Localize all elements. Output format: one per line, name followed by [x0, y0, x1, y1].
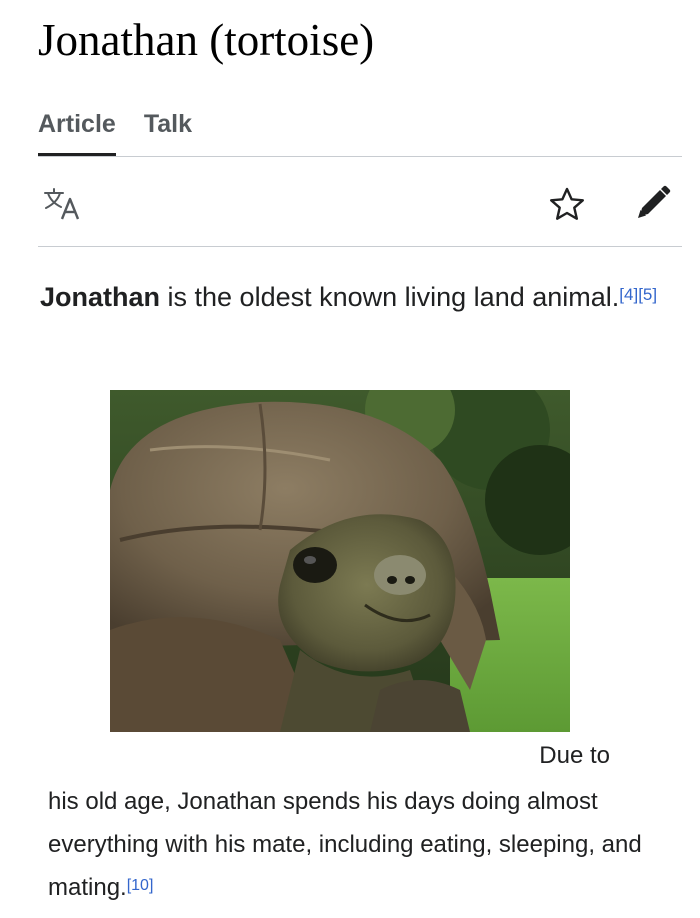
- lead-text: is the oldest known living land animal.: [160, 282, 620, 312]
- citation-5[interactable]: [5]: [638, 285, 657, 304]
- lead-subject: Jonathan: [40, 282, 161, 312]
- citation-10[interactable]: [10]: [127, 877, 154, 894]
- tabs-divider: [38, 156, 682, 157]
- tortoise-photo[interactable]: [110, 390, 570, 732]
- tab-article[interactable]: Article: [38, 108, 116, 156]
- body-paragraph: his old age, Jonathan spends his days do…: [48, 780, 648, 909]
- tab-talk[interactable]: Talk: [144, 108, 192, 156]
- lead-paragraph: Jonathan is the oldest known living land…: [40, 276, 660, 318]
- citation-4[interactable]: [4]: [619, 285, 638, 304]
- caption-lead: Due to: [539, 742, 610, 769]
- page-title: Jonathan (tortoise): [38, 15, 375, 65]
- page-tabs: Article Talk: [38, 108, 192, 156]
- pencil-icon[interactable]: [634, 184, 672, 222]
- star-icon[interactable]: [548, 186, 586, 222]
- toolbar-divider: [38, 246, 682, 247]
- translate-icon[interactable]: [42, 186, 82, 222]
